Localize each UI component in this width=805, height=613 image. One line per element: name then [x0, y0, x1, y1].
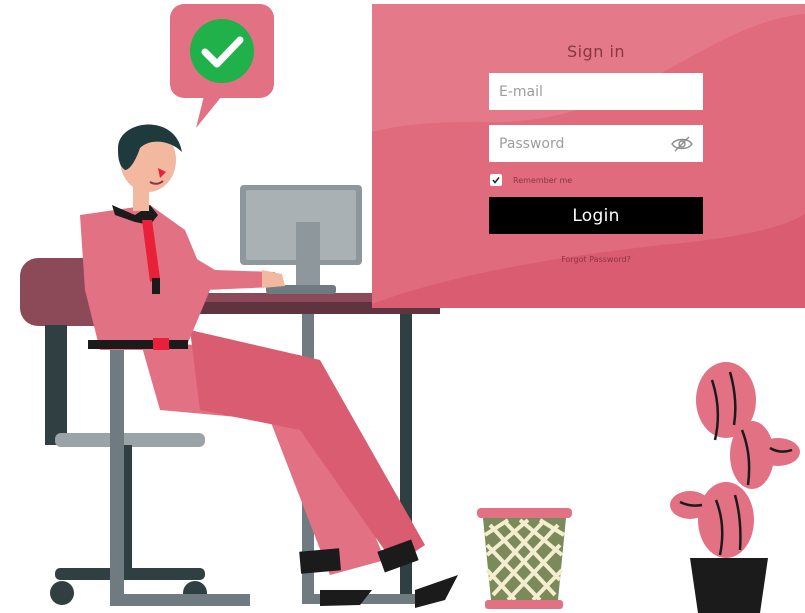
signin-title: Sign in [566, 42, 626, 61]
login-button[interactable]: Login [489, 197, 703, 234]
checkmark-badge-icon [190, 19, 254, 83]
checkmark-icon [492, 177, 500, 184]
remember-me-label: Remember me [513, 176, 573, 185]
remember-me-checkbox[interactable] [490, 174, 502, 186]
cactus-plant [670, 362, 800, 613]
email-field[interactable] [489, 73, 703, 110]
forgot-password-link[interactable]: Forgot Password? [489, 255, 703, 264]
waste-basket [477, 508, 572, 609]
signin-panel: Sign in Remember me Login Forgot Passwor… [372, 4, 805, 308]
eye-slash-icon[interactable] [671, 135, 693, 153]
